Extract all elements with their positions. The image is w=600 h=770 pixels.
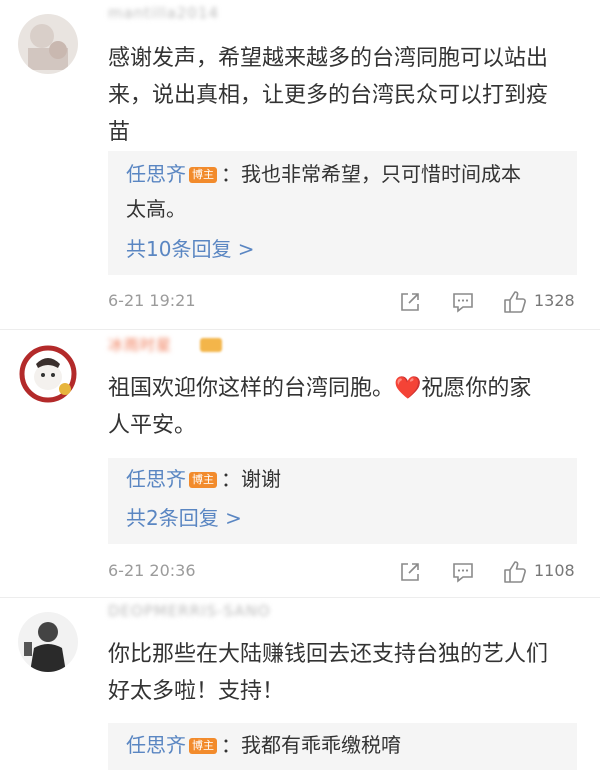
reply-text: 谢谢 [241, 467, 281, 491]
reply-line: 任思齐 博主 ：我都有乖乖缴税唷 [126, 728, 563, 763]
reply-text: 我也非常希望，只可惜时间成本 [241, 162, 521, 186]
reply-separator: ： [221, 162, 241, 186]
author-badge: 博主 [189, 738, 217, 754]
comment-meta: 6-21 19:21 1328 [108, 287, 582, 317]
comment-text-line: 你比那些在大陆赚钱回去还支持台独的艺人们 [108, 642, 549, 667]
avatar[interactable] [18, 14, 78, 74]
comment-text: 祖国欢迎你这样的台湾同胞。❤️祝愿你的家 人平安。 [108, 370, 568, 444]
reply-author[interactable]: 任思齐 [126, 733, 186, 757]
reply-text: 我都有乖乖缴税唷 [241, 733, 401, 757]
comment-icon[interactable] [450, 289, 476, 315]
reply-box[interactable]: 任思齐 博主 ：我都有乖乖缴税唷 [108, 723, 577, 770]
reply-separator: ： [221, 467, 241, 491]
reply-line: 任思齐 博主 ：谢谢 [126, 462, 563, 497]
author-badge: 博主 [189, 167, 217, 183]
author-badge: 博主 [189, 472, 217, 488]
comment-text-line: 苗 [108, 120, 131, 145]
comment-icon[interactable] [450, 559, 476, 585]
reply-box[interactable]: 任思齐 博主 ：谢谢 共2条回复 > [108, 458, 577, 544]
reply-separator: ： [221, 733, 241, 757]
comment-text-line: 感谢发声，希望越来越多的台湾同胞可以站出 [108, 46, 549, 71]
reply-author[interactable]: 任思齐 [126, 162, 186, 186]
thumbs-up-icon[interactable] [502, 289, 528, 315]
reply-count-link[interactable]: 共10条回复 > [126, 233, 255, 262]
like-count: 1108 [534, 561, 575, 580]
comment-text-line: 祖国欢迎你这样的台湾同胞。❤️祝愿你的家 [108, 376, 532, 401]
username[interactable]: 冰雨时星 [108, 334, 172, 360]
reply-count-link[interactable]: 共2条回复 > [126, 502, 242, 531]
comment-meta: 6-21 20:36 1108 [108, 557, 582, 587]
timestamp: 6-21 19:21 [108, 291, 196, 310]
reply-box[interactable]: 任思齐 博主 ：我也非常希望，只可惜时间成本 太高。 共10条回复 > [108, 151, 577, 275]
avatar[interactable] [18, 612, 78, 672]
share-icon[interactable] [397, 559, 423, 585]
like-count: 1328 [534, 291, 575, 310]
reply-text-continued: 太高。 [126, 197, 186, 221]
comment-text: 你比那些在大陆赚钱回去还支持台独的艺人们 好太多啦！支持！ [108, 636, 568, 710]
username[interactable]: mantilla2014 [108, 4, 219, 30]
comment-text-line: 来，说出真相，让更多的台湾民众可以打到疫 [108, 83, 549, 108]
comment-item: 冰雨时星 祖国欢迎你这样的台湾同胞。❤️祝愿你的家 人平安。 任思齐 博主 ：谢谢 … [0, 330, 600, 598]
comment-text-line: 好太多啦！支持！ [108, 679, 285, 704]
reply-author[interactable]: 任思齐 [126, 467, 186, 491]
avatar[interactable] [18, 344, 78, 404]
comment-item: DEOPMERRIS-SANO 你比那些在大陆赚钱回去还支持台独的艺人们 好太多… [0, 598, 600, 770]
username[interactable]: DEOPMERRIS-SANO [108, 602, 271, 628]
comment-item: mantilla2014 感谢发声，希望越来越多的台湾同胞可以站出 来，说出真相… [0, 0, 600, 330]
comment-text: 感谢发声，希望越来越多的台湾同胞可以站出 来，说出真相，让更多的台湾民众可以打到… [108, 40, 568, 151]
vip-badge-icon [200, 338, 222, 352]
share-icon[interactable] [397, 289, 423, 315]
thumbs-up-icon[interactable] [502, 559, 528, 585]
comment-text-line: 人平安。 [108, 413, 197, 438]
timestamp: 6-21 20:36 [108, 561, 196, 580]
reply-line: 任思齐 博主 ：我也非常希望，只可惜时间成本 [126, 157, 563, 192]
